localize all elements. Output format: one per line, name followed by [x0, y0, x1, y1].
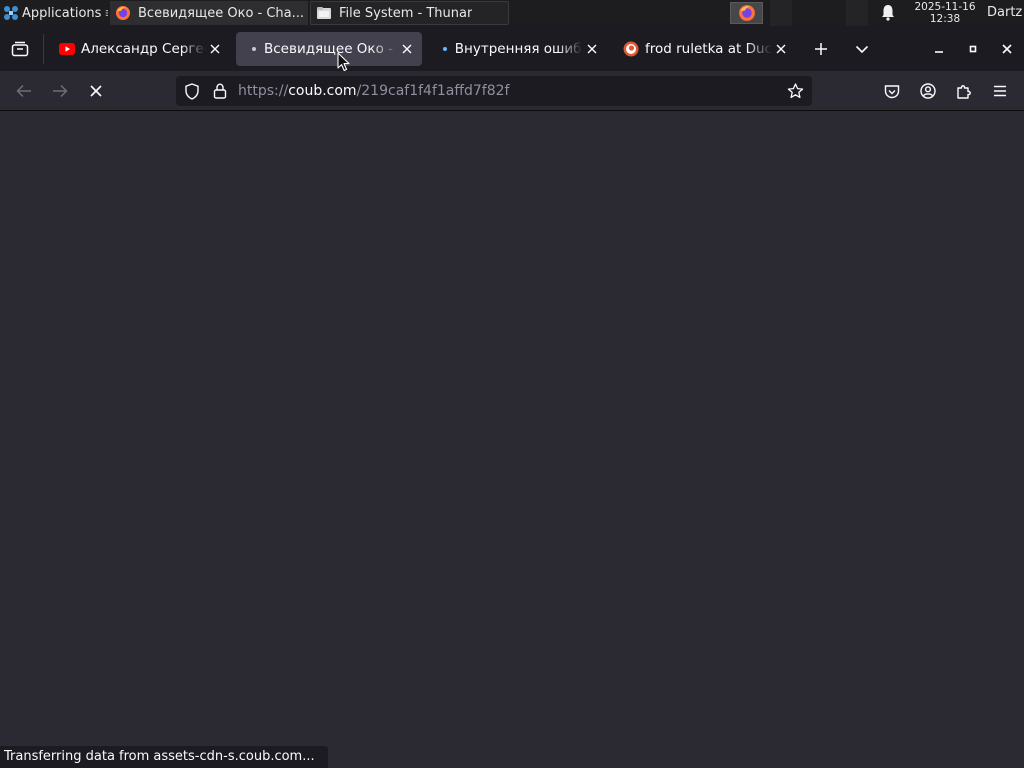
close-icon — [1002, 44, 1012, 54]
tab-title: Александр Сергее — [81, 41, 206, 57]
tracking-protection-shield-icon[interactable] — [183, 82, 201, 100]
chevron-down-icon — [855, 45, 869, 54]
taskbar-window-firefox[interactable]: Всевидящее Око - Cha... — [110, 1, 308, 25]
tab-duckduckgo[interactable]: frod ruletka at Duck — [614, 32, 796, 66]
address-bar[interactable]: https://coub.com/219caf1f4f1affd7f82f — [176, 76, 812, 106]
navigation-toolbar: https://coub.com/219caf1f4f1affd7f82f — [0, 71, 1024, 111]
youtube-icon — [59, 41, 75, 57]
loading-dot-icon — [252, 47, 256, 51]
firefox-icon — [738, 5, 755, 21]
taskbar-window-title: File System - Thunar — [339, 5, 473, 21]
notification-bell-icon[interactable] — [880, 4, 896, 25]
extensions-button[interactable] — [950, 77, 978, 105]
user-menu[interactable]: Dartz — [987, 0, 1022, 26]
tab-title: frod ruletka at Duck — [645, 41, 772, 57]
panel-separator — [770, 0, 792, 26]
maximize-icon — [969, 45, 977, 53]
minimize-icon — [935, 51, 943, 53]
plus-icon — [815, 43, 827, 55]
tab-close-icon[interactable] — [398, 40, 416, 58]
lock-icon[interactable] — [211, 82, 229, 100]
tab-youtube[interactable]: Александр Сергее — [50, 32, 230, 66]
desktop-panel: Applications ≡ Всевидящее Око - Cha... F… — [0, 0, 1024, 26]
stop-loading-button[interactable] — [82, 77, 110, 105]
tab-strip-divider — [43, 34, 44, 64]
tab-close-icon[interactable] — [583, 40, 601, 58]
pocket-icon — [884, 84, 900, 98]
account-icon — [920, 83, 936, 99]
tab-title: Всевидящее Око - — [264, 41, 393, 57]
folder-icon — [313, 6, 335, 20]
url-path: /219caf1f4f1affd7f82f — [356, 83, 510, 99]
url-scheme: https:// — [238, 83, 289, 99]
tab-close-icon[interactable] — [772, 40, 790, 58]
xfce-logo-icon — [4, 6, 18, 20]
hamburger-menu-icon — [994, 85, 1006, 97]
tab-manager-button[interactable] — [7, 38, 33, 60]
new-tab-button[interactable] — [810, 38, 832, 60]
list-all-tabs-button[interactable] — [851, 38, 873, 60]
status-panel: Transferring data from assets-cdn-s.coub… — [0, 746, 328, 768]
arrow-right-icon — [53, 84, 68, 98]
application-menu-button[interactable] — [986, 77, 1014, 105]
forward-button[interactable] — [46, 77, 74, 105]
page-content-area[interactable] — [0, 112, 1024, 768]
applications-menu[interactable]: Applications ≡ — [0, 0, 108, 26]
tab-manager-icon — [11, 41, 29, 57]
tab-title: Внутренняя ошибк — [454, 41, 583, 57]
tab-coub-selected[interactable]: Всевидящее Око - — [236, 32, 422, 66]
applications-label: Applications — [22, 5, 102, 21]
taskbar-window-title: Всевидящее Око - Cha... — [138, 5, 305, 21]
tray-firefox-launcher[interactable] — [730, 2, 763, 24]
minimize-window-button[interactable] — [926, 36, 952, 62]
panel-clock[interactable]: 2025-11-16 12:38 — [908, 0, 982, 25]
maximize-window-button[interactable] — [960, 36, 986, 62]
stop-x-icon — [90, 85, 102, 97]
arrow-left-icon — [16, 84, 31, 98]
account-button[interactable] — [914, 77, 942, 105]
url-text[interactable]: https://coub.com/219caf1f4f1affd7f82f — [238, 76, 509, 106]
duckduckgo-icon — [623, 41, 639, 57]
bookmark-star-icon[interactable] — [786, 82, 804, 100]
taskbar-window-thunar[interactable]: File System - Thunar — [310, 1, 509, 25]
menu-arrow-icon: ≡ — [104, 6, 108, 21]
back-button[interactable] — [10, 77, 38, 105]
tab-close-icon[interactable] — [206, 40, 224, 58]
mouse-pointer-icon — [337, 52, 350, 72]
tab-internal-error[interactable]: Внутренняя ошибк — [427, 32, 607, 66]
puzzle-piece-icon — [957, 85, 971, 99]
panel-separator — [846, 0, 868, 26]
clock-time: 12:38 — [929, 13, 961, 25]
clock-date: 2025-11-16 — [914, 1, 976, 13]
loading-dot-icon — [443, 47, 447, 51]
pocket-button[interactable] — [878, 77, 906, 105]
tab-strip: Александр Сергее Всевидящее Око - Внутре… — [0, 26, 1024, 71]
close-window-button[interactable] — [994, 36, 1020, 62]
url-host: coub.com — [288, 83, 357, 99]
firefox-icon — [112, 5, 134, 21]
